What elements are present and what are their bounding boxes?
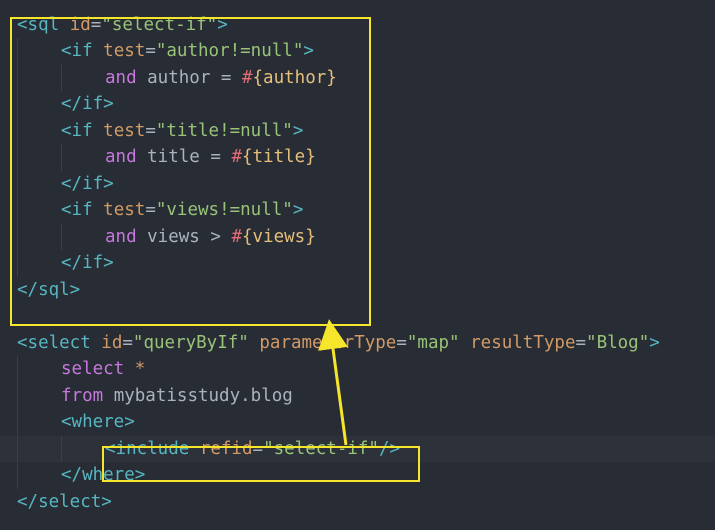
reference-arrow — [318, 319, 348, 446]
arrow-line — [318, 319, 348, 446]
